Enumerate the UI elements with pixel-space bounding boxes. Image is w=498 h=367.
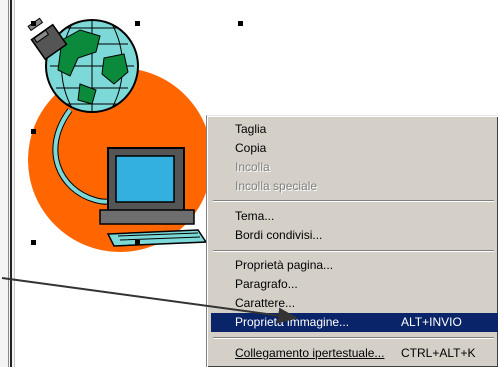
menu-item-label: Taglia (235, 122, 267, 136)
globe-icon (45, 19, 139, 113)
menu-item-taglia[interactable]: Taglia (211, 120, 498, 139)
menu-item-label: Proprietà immagine... (235, 315, 350, 329)
keyboard-icon (106, 229, 208, 247)
menu-item-proprieta-pagina[interactable]: Proprietà pagina... (211, 256, 498, 275)
menu-separator (213, 200, 494, 202)
orange-circle-shape (28, 68, 212, 252)
selection-handle-top-left[interactable] (31, 21, 36, 26)
menu-item-copia[interactable]: Copia (211, 139, 498, 158)
computer-monitor-icon (99, 147, 195, 225)
menu-item-label: Collegamento ipertestuale... (235, 346, 385, 360)
menu-item-carattere[interactable]: Carattere... (211, 294, 498, 313)
menu-item-proprieta-immagine[interactable]: Proprietà immagine... ALT+INVIO (211, 313, 498, 332)
menu-item-label: Tema... (235, 209, 275, 223)
selection-handle-bottom-left[interactable] (31, 240, 36, 245)
menu-item-shortcut: CTRL+ALT+K (401, 346, 476, 360)
menu-item-label: Bordi condivisi... (235, 228, 323, 242)
menu-item-label: Incolla (235, 160, 270, 174)
selection-handle-top-middle[interactable] (135, 21, 140, 26)
menu-separator (213, 250, 494, 252)
selection-handle-middle-left[interactable] (31, 129, 36, 134)
menu-item-label: Carattere... (235, 296, 296, 310)
menu-item-shortcut: ALT+INVIO (401, 315, 462, 329)
menu-item-incolla: Incolla (211, 158, 498, 177)
menu-item-collegamento-ipertestuale[interactable]: Collegamento ipertestuale... CTRL+ALT+K (211, 344, 498, 363)
menu-item-bordi-condivisi[interactable]: Bordi condivisi... (211, 226, 498, 245)
menu-item-label: Copia (235, 141, 267, 155)
context-menu: Taglia Copia Incolla Incolla speciale Te… (206, 115, 498, 367)
menu-item-label: Proprietà pagina... (235, 258, 334, 272)
menu-item-incolla-speciale: Incolla speciale (211, 177, 498, 196)
menu-item-label: Incolla speciale (235, 179, 318, 193)
menu-item-paragrafo[interactable]: Paragrafo... (211, 275, 498, 294)
selection-handle-bottom-middle[interactable] (135, 240, 140, 245)
menu-item-tema[interactable]: Tema... (211, 207, 498, 226)
page-left-border (0, 0, 15, 367)
menu-separator (213, 337, 494, 339)
selection-handle-top-right[interactable] (238, 21, 243, 26)
menu-item-label: Paragrafo... (235, 277, 298, 291)
